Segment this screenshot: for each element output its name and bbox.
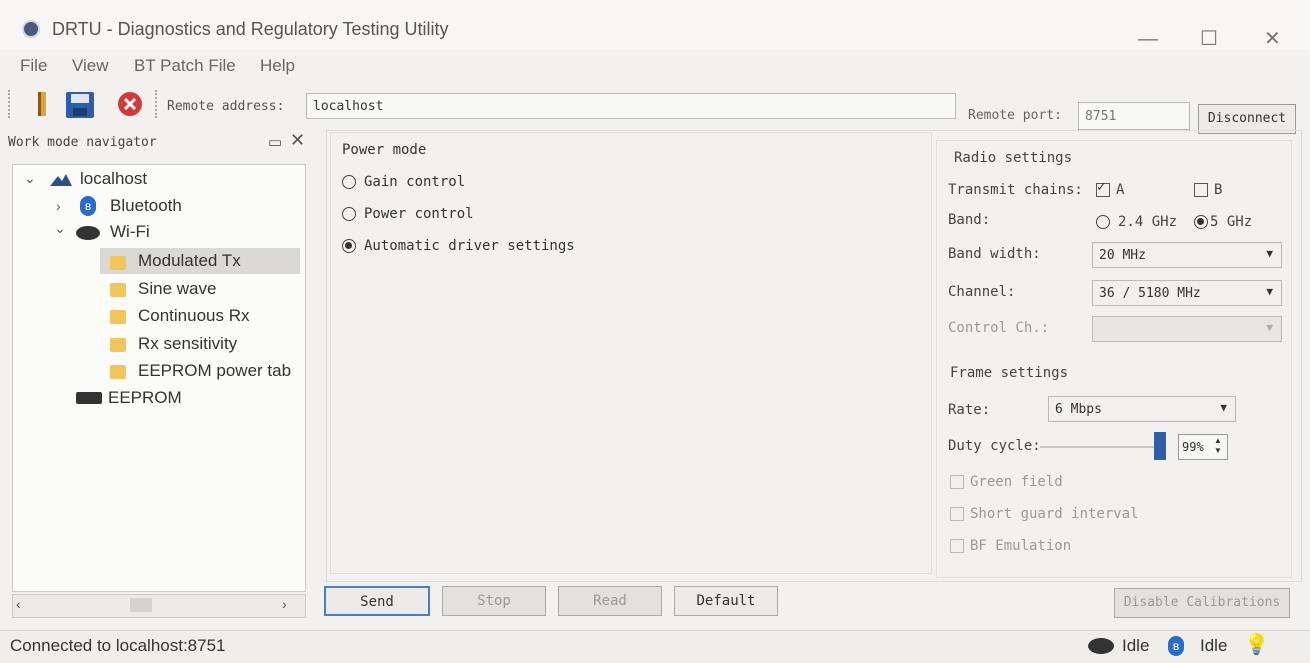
bf-emulation-checkbox[interactable]: BF Emulation <box>950 538 1071 554</box>
tree-item-sine-wave[interactable]: Sine wave <box>138 279 216 299</box>
maximize-button[interactable]: ☐ <box>1200 26 1218 51</box>
radio-gain-control[interactable]: Gain control <box>342 174 465 190</box>
chevron-down-icon: ▼ <box>1220 401 1227 414</box>
radio-automatic-driver-settings[interactable]: Automatic driver settings <box>342 238 575 254</box>
folder-icon <box>110 310 126 324</box>
remote-address-input[interactable]: localhost <box>306 93 956 119</box>
duty-cycle-label: Duty cycle: <box>948 438 1041 454</box>
minimize-button[interactable]: — <box>1138 28 1158 51</box>
remote-address-label: Remote address: <box>167 99 285 114</box>
duty-cycle-slider-thumb[interactable] <box>1154 432 1166 460</box>
chevron-down-icon: ▼ <box>1266 285 1273 298</box>
rate-select[interactable]: 6 Mbps ▼ <box>1048 396 1236 422</box>
radio-settings-title: Radio settings <box>954 150 1073 166</box>
chain-a-checkbox[interactable]: A <box>1096 179 1124 198</box>
lightbulb-icon: 💡 <box>1244 634 1269 656</box>
chevron-right-icon[interactable]: › <box>56 198 61 214</box>
disable-calibrations-button[interactable]: Disable Calibrations <box>1114 588 1290 618</box>
tree-item-eeprom-power-tab[interactable]: EEPROM power tab <box>138 361 300 381</box>
checkbox[interactable] <box>950 507 964 521</box>
read-button[interactable]: Read <box>558 586 662 616</box>
window-title: DRTU - Diagnostics and Regulatory Testin… <box>52 19 449 39</box>
send-button[interactable]: Send <box>324 586 430 616</box>
chain-b-checkbox[interactable]: B <box>1194 182 1222 198</box>
menu-view[interactable]: View <box>72 56 109 76</box>
radio-button[interactable] <box>1096 215 1110 229</box>
bandwidth-select[interactable]: 20 MHz ▼ <box>1092 242 1282 268</box>
radio-button[interactable] <box>342 175 356 189</box>
tree-item-rx-sensitivity[interactable]: Rx sensitivity <box>138 334 237 354</box>
navigator-title: Work mode navigator <box>8 135 157 150</box>
toolbar-separator <box>155 90 160 118</box>
folder-icon <box>110 283 126 297</box>
chevron-down-icon[interactable]: ⌄ <box>24 170 36 187</box>
power-mode-title: Power mode <box>342 142 427 158</box>
channel-label: Channel: <box>948 284 1016 300</box>
remote-port-input[interactable]: 8751 <box>1078 102 1190 130</box>
bluetooth-icon: ʙ <box>1168 636 1184 656</box>
checkbox[interactable] <box>950 475 964 489</box>
checkbox[interactable] <box>1096 179 1110 197</box>
radio-band-2-4[interactable]: 2.4 GHz <box>1096 214 1177 230</box>
folder-icon <box>110 338 126 352</box>
radio-button[interactable] <box>342 207 356 221</box>
channel-select[interactable]: 36 / 5180 MHz ▼ <box>1092 280 1282 306</box>
remote-port-label: Remote port: <box>968 108 1062 123</box>
tree-item-wifi[interactable]: Wi-Fi <box>110 222 150 242</box>
scroll-right-icon[interactable]: › <box>282 596 287 612</box>
network-icon <box>50 172 72 186</box>
default-button[interactable]: Default <box>674 586 778 616</box>
app-icon <box>22 20 40 38</box>
toolbar-grip <box>8 90 13 118</box>
chevron-down-icon: ▼ <box>1266 321 1273 334</box>
green-field-checkbox[interactable]: Green field <box>950 474 1063 490</box>
bandwidth-label: Band width: <box>948 246 1041 262</box>
bluetooth-status-text: Idle <box>1200 636 1228 655</box>
menu-help[interactable]: Help <box>260 56 295 76</box>
rate-label: Rate: <box>948 402 991 418</box>
close-icon[interactable]: ✕ <box>290 130 305 151</box>
frame-settings-title: Frame settings <box>950 365 1069 381</box>
chip-icon <box>76 392 102 404</box>
radio-band-5[interactable]: 5 GHz <box>1194 214 1252 230</box>
checkbox[interactable] <box>1194 183 1208 197</box>
transmit-chains-label: Transmit chains: <box>948 182 1083 198</box>
stop-icon[interactable] <box>118 92 142 116</box>
save-icon[interactable] <box>66 92 94 118</box>
radio-power-control[interactable]: Power control <box>342 206 474 222</box>
checkbox[interactable] <box>950 539 964 553</box>
duty-cycle-slider[interactable] <box>1040 446 1160 448</box>
folder-icon <box>110 365 126 379</box>
power-mode-group <box>330 132 932 574</box>
control-channel-select[interactable]: ▼ <box>1092 316 1282 342</box>
menu-file[interactable]: File <box>20 56 47 76</box>
spinner-arrows-icon[interactable]: ▲ ▼ <box>1214 436 1222 456</box>
restore-icon[interactable]: ▭ <box>268 133 282 151</box>
horizontal-scrollbar[interactable] <box>12 594 306 618</box>
radio-button-selected[interactable] <box>342 239 356 253</box>
folder-icon <box>110 256 126 270</box>
tree-item-continuous-rx[interactable]: Continuous Rx <box>138 306 250 326</box>
short-guard-interval-checkbox[interactable]: Short guard interval <box>950 506 1139 522</box>
bluetooth-icon: ʙ <box>80 196 96 216</box>
tree-item-localhost[interactable]: localhost <box>80 169 147 189</box>
scroll-left-icon[interactable]: ‹ <box>16 596 21 612</box>
connection-status: Connected to localhost:8751 <box>10 636 226 655</box>
wifi-status-text: Idle <box>1122 636 1150 655</box>
control-channel-label: Control Ch.: <box>948 320 1050 336</box>
close-window-button[interactable]: ✕ <box>1264 26 1281 51</box>
radio-button-selected[interactable] <box>1194 215 1208 229</box>
tree-item-bluetooth[interactable]: Bluetooth <box>110 196 182 216</box>
chevron-down-icon[interactable]: ⌄ <box>54 220 66 237</box>
tree-item-modulated-tx[interactable]: Modulated Tx <box>138 251 241 271</box>
band-label: Band: <box>948 212 991 228</box>
wifi-icon <box>76 226 100 240</box>
tree-item-eeprom[interactable]: EEPROM <box>108 388 182 408</box>
open-icon[interactable] <box>30 92 54 116</box>
chevron-down-icon: ▼ <box>1266 247 1273 260</box>
menu-bt-patch-file[interactable]: BT Patch File <box>134 56 236 76</box>
stop-button[interactable]: Stop <box>442 586 546 616</box>
wifi-icon <box>1088 638 1114 654</box>
scrollbar-thumb[interactable] <box>130 598 152 612</box>
